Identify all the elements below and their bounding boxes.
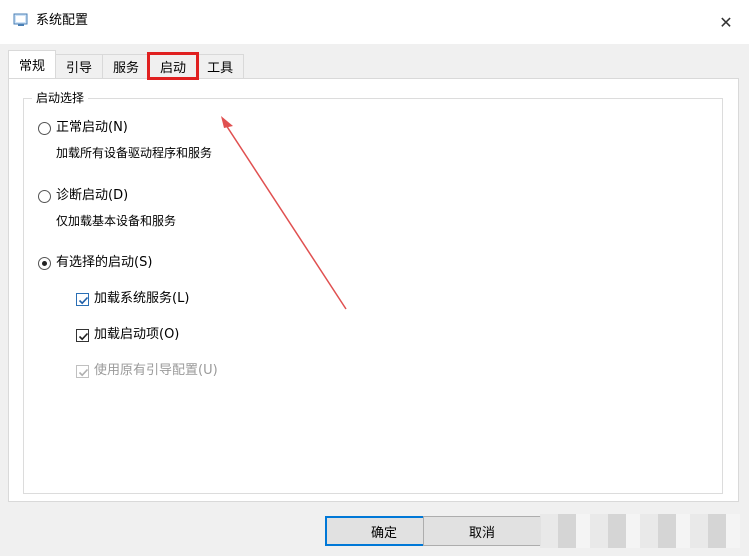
tab-startup[interactable]: 启动 [147, 52, 200, 80]
load-system-services-label: 加载系统服务(L) [94, 291, 190, 306]
normal-startup-radio[interactable]: 正常启动(N) [38, 119, 128, 137]
load-system-services-checkbox[interactable]: 加载系统服务(L) [76, 290, 189, 308]
selective-startup-label: 有选择的启动(S) [56, 255, 153, 270]
diagnostic-startup-label: 诊断启动(D) [56, 188, 129, 203]
load-startup-items-checkbox[interactable]: 加载启动项(O) [76, 326, 179, 344]
checkmark-icon [76, 328, 89, 342]
dialog-body: 常规 引导 服务 启动 工具 启动选择 正常启动(N) 加载所有设备驱动程序和服… [0, 44, 749, 556]
close-icon: ✕ [719, 12, 733, 32]
general-tab-panel: 启动选择 正常启动(N) 加载所有设备驱动程序和服务 诊断启动(D) 仅加载基本… [8, 78, 739, 502]
diagnostic-startup-radio[interactable]: 诊断启动(D) [38, 187, 128, 205]
title-bar: 系统配置 ✕ [0, 0, 749, 44]
startup-selection-group: 启动选择 正常启动(N) 加载所有设备驱动程序和服务 诊断启动(D) 仅加载基本… [23, 90, 723, 494]
normal-startup-desc: 加载所有设备驱动程序和服务 [56, 146, 213, 160]
window-title: 系统配置 [36, 13, 89, 28]
radio-indicator [38, 121, 51, 135]
obscured-buttons [540, 514, 740, 548]
tab-general[interactable]: 常规 [8, 50, 57, 78]
radio-indicator [38, 189, 51, 203]
selective-startup-radio[interactable]: 有选择的启动(S) [38, 254, 152, 272]
load-startup-items-label: 加载启动项(O) [94, 327, 180, 342]
use-original-boot-config-checkbox: 使用原有引导配置(U) [76, 362, 218, 380]
tab-strip: 常规 引导 服务 启动 工具 [8, 50, 245, 80]
radio-indicator-selected [38, 256, 51, 270]
tab-services[interactable]: 服务 [102, 54, 151, 78]
diagnostic-startup-desc: 仅加载基本设备和服务 [56, 214, 177, 228]
use-original-boot-config-label: 使用原有引导配置(U) [94, 363, 218, 378]
group-legend: 启动选择 [32, 90, 89, 106]
checkmark-icon [76, 292, 89, 306]
cancel-button[interactable]: 取消 [423, 516, 541, 546]
system-config-icon [13, 12, 29, 28]
close-button[interactable]: ✕ [703, 0, 749, 44]
checkmark-icon [76, 364, 89, 378]
tab-tools[interactable]: 工具 [196, 54, 245, 78]
tab-boot[interactable]: 引导 [55, 54, 104, 78]
normal-startup-label: 正常启动(N) [56, 120, 128, 135]
